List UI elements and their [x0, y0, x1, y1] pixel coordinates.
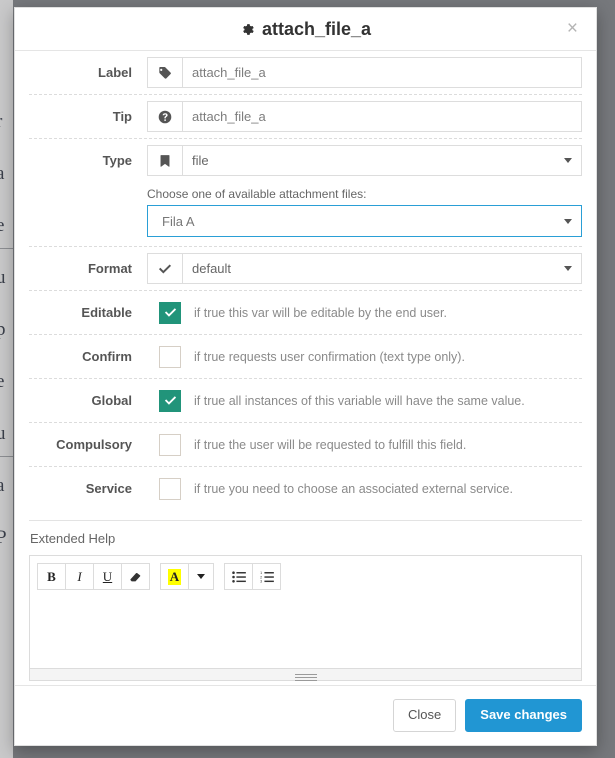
close-icon[interactable]: ×: [563, 17, 582, 40]
modal-header: attach_file_a ×: [15, 8, 596, 51]
gear-icon: [243, 23, 254, 35]
highlight-color-icon[interactable]: A: [160, 563, 189, 590]
service-checkbox[interactable]: [159, 477, 181, 500]
ordered-list-icon[interactable]: 123: [252, 563, 281, 590]
tag-icon: [147, 57, 182, 88]
form-row-confirm: Confirm if true requests user confirmati…: [29, 335, 582, 379]
label-input[interactable]: attach_file_a: [182, 57, 582, 88]
confirm-description: if true requests user confirmation (text…: [194, 349, 465, 364]
global-checkbox[interactable]: [159, 389, 181, 412]
extended-help-editor: B I U A 1 2 3: [29, 555, 582, 681]
editable-checkbox[interactable]: [159, 301, 181, 324]
bookmark-icon: [147, 145, 182, 176]
field-label-label: Label: [98, 65, 132, 80]
editable-description: if true this var will be editable by the…: [194, 305, 447, 320]
field-label-confirm: Confirm: [82, 349, 132, 364]
edit-variable-modal: attach_file_a × Label attach_file_a Tip …: [14, 7, 597, 746]
form-row-global: Global if true all instances of this var…: [29, 379, 582, 423]
compulsory-description: if true the user will be requested to fu…: [194, 437, 467, 452]
tip-input[interactable]: attach_file_a: [182, 101, 582, 132]
question-circle-icon: [147, 101, 182, 132]
global-description: if true all instances of this variable w…: [194, 393, 525, 408]
field-label-tip: Tip: [112, 109, 132, 124]
italic-icon[interactable]: I: [65, 563, 94, 590]
format-select[interactable]: default: [182, 253, 582, 284]
save-changes-button[interactable]: Save changes: [465, 699, 582, 732]
underline-icon[interactable]: U: [93, 563, 122, 590]
form-row-format: Format default: [29, 247, 582, 291]
field-label-global: Global: [91, 393, 132, 408]
svg-text:3: 3: [260, 579, 262, 582]
editor-resize-grip[interactable]: [30, 668, 581, 680]
eraser-icon[interactable]: [121, 563, 150, 590]
form-row-attachment: Choose one of available attachment files…: [29, 182, 582, 247]
service-description: if true you need to choose an associated…: [194, 481, 513, 496]
field-label-format: Format: [87, 261, 132, 276]
compulsory-checkbox[interactable]: [159, 433, 181, 456]
modal-body: Label attach_file_a Tip attach_file_a Ty…: [15, 51, 596, 685]
highlight-group: A: [160, 563, 214, 590]
text-style-group: B I U: [37, 563, 150, 590]
chevron-down-icon: [564, 158, 572, 163]
attachment-file-value: Fila A: [162, 213, 195, 229]
screen: r a e u p e u a P attach_file_a × Label: [0, 0, 615, 758]
confirm-checkbox[interactable]: [159, 345, 181, 368]
form-row-type: Type file: [29, 139, 582, 182]
form-row-label: Label attach_file_a: [29, 51, 582, 95]
check-icon: [147, 253, 182, 284]
check-icon: [164, 308, 176, 317]
modal-title-text: attach_file_a: [261, 18, 372, 39]
form-row-service: Service if true you need to choose an as…: [29, 467, 582, 510]
modal-footer: Close Save changes: [15, 685, 596, 745]
attachment-helper-label: Choose one of available attachment files…: [147, 187, 367, 201]
extended-help-title: Extended Help: [30, 531, 116, 546]
field-label-service: Service: [85, 481, 132, 496]
svg-text:2: 2: [260, 575, 262, 579]
color-dropdown-icon[interactable]: [188, 563, 214, 590]
chevron-down-icon: [564, 218, 572, 224]
unordered-list-icon[interactable]: [224, 563, 253, 590]
type-select[interactable]: file: [182, 145, 582, 176]
bold-icon[interactable]: B: [37, 563, 66, 590]
format-select-value: default: [192, 261, 232, 276]
form-row-tip: Tip attach_file_a: [29, 95, 582, 139]
editor-toolbar: B I U A 1 2 3: [30, 556, 581, 596]
form-row-compulsory: Compulsory if true the user will be requ…: [29, 423, 582, 467]
list-group: 123: [224, 563, 281, 590]
type-select-value: file: [192, 153, 209, 168]
field-label-type: Type: [102, 153, 132, 168]
check-icon: [164, 396, 176, 405]
svg-text:1: 1: [260, 571, 262, 575]
page-title: attach_file_a: [240, 19, 371, 40]
field-label-compulsory: Compulsory: [56, 437, 132, 452]
close-button[interactable]: Close: [393, 699, 457, 732]
attachment-file-select[interactable]: Fila A: [147, 205, 582, 237]
extended-help-textarea[interactable]: [30, 596, 581, 668]
background-text: r a e u p e u a P: [0, 111, 7, 548]
chevron-down-icon: [564, 266, 572, 271]
field-label-editable: Editable: [81, 305, 132, 320]
form-row-editable: Editable if true this var will be editab…: [29, 291, 582, 335]
background-page: r a e u p e u a P: [0, 0, 13, 758]
